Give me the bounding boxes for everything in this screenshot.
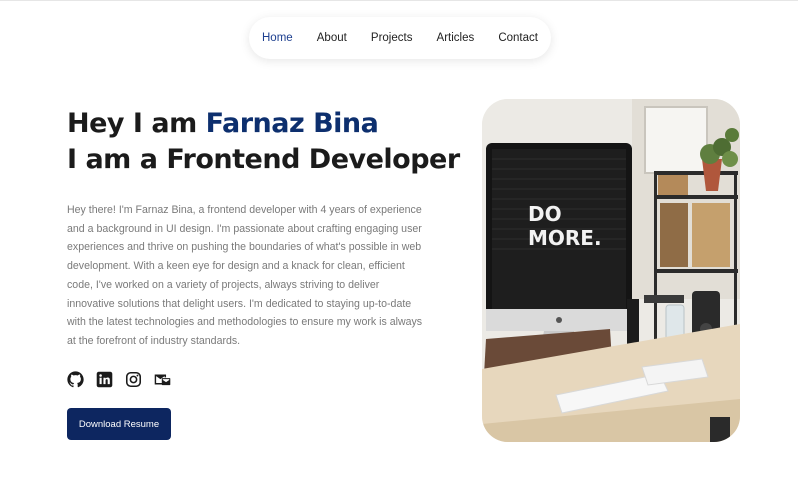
linkedin-icon[interactable] bbox=[96, 371, 113, 388]
hero-title: Hey I am Farnaz Bina I am a Frontend Dev… bbox=[67, 106, 467, 178]
screen-text-line1: DO bbox=[528, 202, 562, 226]
main-nav: Home About Projects Articles Contact bbox=[249, 17, 551, 59]
hero-photo: DO MORE. bbox=[482, 99, 740, 442]
bio-paragraph: Hey there! I'm Farnaz Bina, a frontend d… bbox=[67, 204, 423, 347]
nav-projects[interactable]: Projects bbox=[371, 32, 413, 44]
screen-text-line2: MORE. bbox=[528, 226, 602, 250]
role-text: I am a Frontend Developer bbox=[67, 144, 460, 175]
social-links bbox=[67, 371, 171, 388]
top-divider bbox=[0, 0, 798, 1]
greeting-text: Hey I am bbox=[67, 108, 206, 139]
email-icon[interactable] bbox=[154, 371, 171, 388]
github-icon[interactable] bbox=[67, 371, 84, 388]
desk-scene-illustration: DO MORE. bbox=[482, 99, 740, 442]
nav-about[interactable]: About bbox=[317, 32, 347, 44]
download-resume-button[interactable]: Download Resume bbox=[67, 408, 171, 440]
nav-contact[interactable]: Contact bbox=[498, 32, 538, 44]
instagram-icon[interactable] bbox=[125, 371, 142, 388]
nav-home[interactable]: Home bbox=[262, 32, 293, 44]
author-name: Farnaz Bina bbox=[205, 108, 379, 139]
nav-articles[interactable]: Articles bbox=[437, 32, 475, 44]
